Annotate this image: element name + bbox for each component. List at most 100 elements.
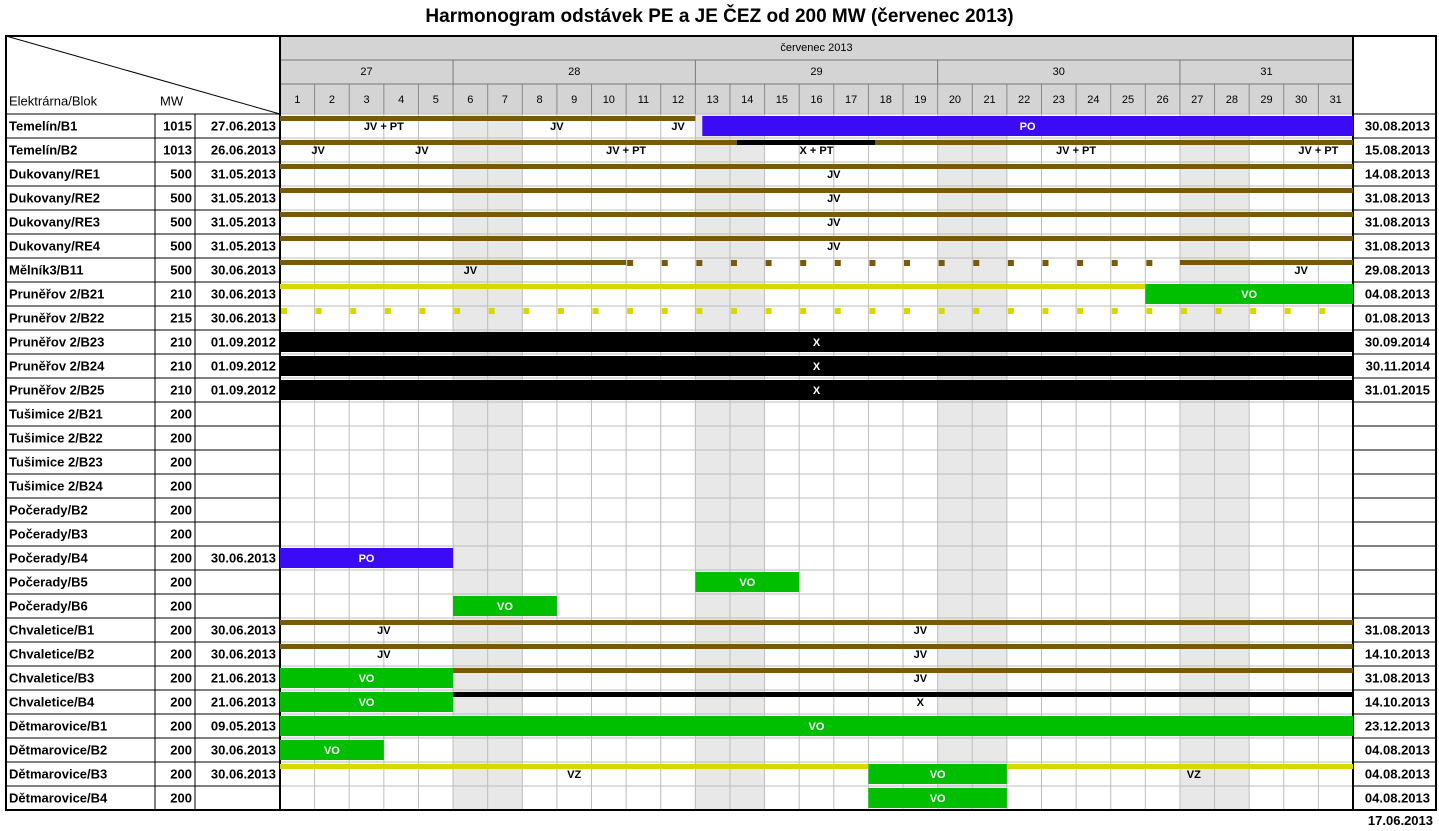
row-mw-value: 200 [170, 670, 192, 685]
row-plant-label: Dukovany/RE3 [9, 214, 100, 229]
day-label: 10 [603, 94, 615, 106]
bar-vz-line [1006, 764, 1353, 769]
row-mw-value: 200 [170, 406, 192, 421]
row-plant-label: Dukovany/RE1 [9, 166, 100, 181]
weekend-column [453, 114, 488, 810]
day-label: 18 [880, 94, 892, 106]
row-mw-value: 500 [170, 238, 192, 253]
day-label: 25 [1122, 94, 1134, 106]
row-mw-value: 200 [170, 550, 192, 565]
dot-jv [834, 260, 841, 266]
row-plant-label: Dětmarovice/B3 [9, 766, 107, 781]
bar-label: VO [359, 697, 375, 709]
bar-annotation: JV [377, 625, 391, 637]
row-end-date: 04.08.2013 [1365, 766, 1430, 781]
row-plant-label: Pruněřov 2/B23 [9, 334, 104, 349]
row-mw-value: 200 [170, 766, 192, 781]
row-plant-label: Dětmarovice/B2 [9, 742, 107, 757]
dot-vz [1111, 308, 1118, 314]
bar-vz-line [280, 284, 1146, 289]
week-label: 30 [1053, 66, 1065, 78]
day-label: 14 [741, 94, 753, 106]
row-mw-value: 1015 [163, 118, 192, 133]
dot-jv [800, 260, 807, 266]
weekend-column [972, 114, 1007, 810]
day-label: 26 [1157, 94, 1169, 106]
row-mw-value: 500 [170, 214, 192, 229]
bar-label: VO [930, 793, 946, 805]
row-plant-label: Tušimice 2/B24 [9, 478, 103, 493]
dot-vz [488, 308, 495, 314]
row-end-date: 14.10.2013 [1365, 694, 1430, 709]
dot-jv [1007, 260, 1014, 266]
bar-annotation: JV + PT [1056, 145, 1096, 157]
row-mw-value: 200 [170, 526, 192, 541]
bar-jv-line [453, 668, 1353, 673]
dot-vz [384, 308, 391, 314]
day-label: 21 [983, 94, 995, 106]
row-end-date: 01.08.2013 [1365, 310, 1430, 325]
bar-label: VO [324, 745, 340, 757]
dot-jv [627, 260, 634, 266]
row-mw-value: 200 [170, 694, 192, 709]
dot-vz [419, 308, 426, 314]
dot-vz [1180, 308, 1187, 314]
row-plant-label: Mělník3/B11 [9, 262, 83, 277]
dot-jv [904, 260, 911, 266]
bar-annotation: VZ [1187, 769, 1201, 781]
day-label: 1 [294, 94, 300, 106]
day-label: 27 [1191, 94, 1203, 106]
row-plant-label: Chvaletice/B4 [9, 694, 95, 709]
day-label: 11 [638, 94, 649, 106]
weekend-column [937, 114, 973, 810]
row-start-date: 31.05.2013 [211, 166, 276, 181]
bar-jv-line [280, 164, 1353, 169]
dot-jv [730, 260, 737, 266]
row-start-date: 26.06.2013 [211, 142, 276, 157]
row-plant-label: Temelín/B1 [9, 118, 77, 133]
row-start-date: 30.06.2013 [211, 310, 276, 325]
day-label: 23 [1053, 94, 1065, 106]
dot-jv [696, 260, 703, 266]
row-start-date: 31.05.2013 [211, 238, 276, 253]
row-plant-label: Dukovany/RE2 [9, 190, 100, 205]
row-plant-label: Tušimice 2/B22 [9, 430, 103, 445]
day-label: 15 [776, 94, 788, 106]
plant-column-header: Elektrárna/Blok [9, 93, 98, 108]
dot-jv [973, 260, 980, 266]
row-end-date: 29.08.2013 [1365, 262, 1430, 277]
bar-annotation: JV + PT [364, 121, 404, 133]
bar-annotation: JV [464, 265, 478, 277]
bar-annotation: JV [1294, 265, 1308, 277]
bar-jv-line [280, 236, 1353, 241]
day-label: 20 [949, 94, 961, 106]
row-plant-label: Počerady/B5 [9, 574, 88, 589]
row-end-date: 31.08.2013 [1365, 622, 1430, 637]
gantt-chart: 27 28 29 30 31červenec 20131 2 3 4 5 6 7 8 9 10 11 12 13… [5, 35, 1437, 811]
row-mw-value: 1013 [163, 142, 192, 157]
dot-vz [1319, 308, 1326, 314]
bar-label: VO [359, 673, 375, 685]
bar-annotation: JV [827, 169, 841, 181]
bar-annotation: JV [827, 241, 841, 253]
weekend-column [487, 114, 523, 810]
footer-date: 17.06.2013 [1367, 813, 1433, 828]
bar-label: X [813, 385, 821, 397]
row-mw-value: 500 [170, 166, 192, 181]
row-start-date: 01.09.2012 [211, 358, 276, 373]
dot-vz [730, 308, 737, 314]
dot-jv [869, 260, 876, 266]
bar-annotation: JV + PT [1298, 145, 1338, 157]
dot-vz [592, 308, 599, 314]
day-label: 5 [433, 94, 439, 106]
row-plant-label: Počerady/B2 [9, 502, 88, 517]
bar-jv-line [280, 188, 1353, 193]
row-mw-value: 210 [170, 334, 192, 349]
day-label: 22 [1018, 94, 1030, 106]
bar-annotation: JV [827, 217, 841, 229]
row-plant-label: Počerady/B4 [9, 550, 89, 565]
bar-annotation: JV [914, 625, 928, 637]
bar-jv-line [280, 644, 1353, 649]
row-start-date: 30.06.2013 [211, 622, 276, 637]
row-start-date: 01.09.2012 [211, 334, 276, 349]
